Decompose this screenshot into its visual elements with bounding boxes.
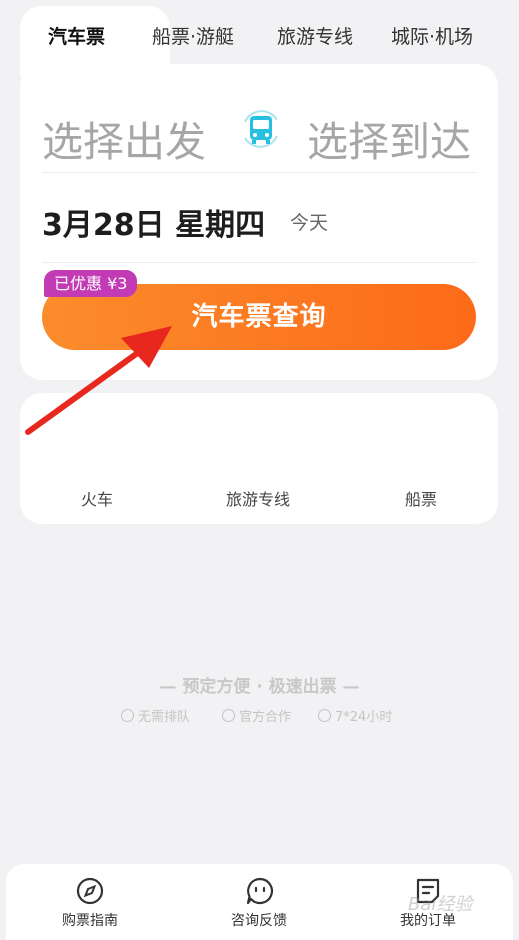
quick-link-train[interactable]: 火车	[81, 486, 113, 510]
quick-link-tour-line[interactable]: 旅游专线	[226, 486, 290, 510]
tab-bus-ticket[interactable]: 汽车票	[48, 22, 105, 49]
compass-icon[interactable]	[75, 876, 105, 906]
feature-label: 无需排队	[138, 710, 191, 725]
feature-label: 官方合作	[239, 710, 292, 725]
divider	[42, 262, 476, 263]
feature-official-partner: 官方合作	[222, 706, 291, 725]
discount-badge: 已优惠 ¥3	[44, 270, 138, 297]
bus-icon[interactable]	[236, 104, 286, 154]
nav-consult-feedback[interactable]: 咨询反馈	[231, 910, 287, 930]
departure-city-selector[interactable]: 选择出发	[42, 108, 206, 168]
baidu-watermark: Bai经验	[408, 894, 473, 915]
quick-link-ship[interactable]: 船票	[405, 486, 437, 510]
divider	[42, 172, 476, 173]
tab-tour-line[interactable]: 旅游专线	[277, 22, 353, 49]
arrival-city-selector[interactable]: 选择到达	[307, 108, 471, 168]
check-circle-icon	[222, 709, 235, 722]
departure-date[interactable]: 3月28日 星期四	[42, 200, 265, 244]
check-circle-icon	[121, 709, 134, 722]
check-circle-icon	[318, 709, 331, 722]
feature-24-7: 7*24小时	[318, 706, 392, 725]
tab-ship-ticket[interactable]: 船票·游艇	[152, 22, 234, 49]
tab-intercity-airport[interactable]: 城际·机场	[391, 22, 473, 49]
today-label: 今天	[290, 212, 329, 234]
feature-no-queue: 无需排队	[121, 706, 190, 725]
top-tab-bar: 汽车票 船票·游艇 旅游专线 城际·机场	[0, 0, 519, 76]
chat-icon[interactable]	[245, 876, 275, 906]
feature-label: 7*24小时	[335, 710, 393, 725]
nav-purchase-guide[interactable]: 购票指南	[62, 910, 118, 930]
slogan-title: — 预定方便 · 极速出票 —	[159, 677, 360, 697]
